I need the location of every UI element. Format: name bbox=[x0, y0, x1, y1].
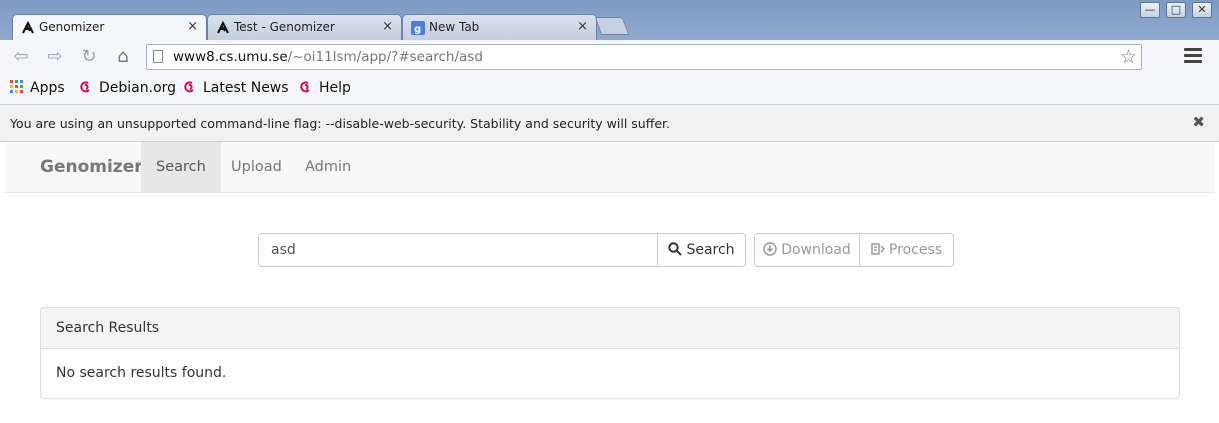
bookmark-apps[interactable]: Apps bbox=[10, 80, 65, 96]
tab-title: New Tab bbox=[429, 20, 480, 34]
close-tab-icon[interactable]: × bbox=[382, 19, 393, 34]
process-button[interactable]: Process bbox=[859, 233, 954, 267]
bookmark-label: Apps bbox=[30, 80, 65, 96]
warning-infobar: You are using an unsupported command-lin… bbox=[0, 105, 1219, 142]
bookmark-label: Latest News bbox=[203, 80, 289, 96]
url-path: /~oi11lsm/app/?#search/asd bbox=[287, 49, 483, 65]
process-icon bbox=[871, 243, 885, 255]
title-bar: Genomizer × Test - Genomizer × g New Tab… bbox=[0, 0, 1219, 41]
search-results-panel: Search Results No search results found. bbox=[40, 307, 1180, 399]
download-button[interactable]: Download bbox=[754, 233, 860, 267]
reload-icon[interactable]: ↻ bbox=[78, 46, 100, 68]
bookmark-latest-news[interactable]: Latest News bbox=[183, 80, 289, 96]
tab-genomizer[interactable]: Genomizer × bbox=[12, 14, 207, 41]
apps-grid-icon bbox=[10, 80, 23, 93]
bookmark-label: Debian.org bbox=[99, 80, 177, 96]
download-circle-icon bbox=[763, 242, 777, 256]
address-bar[interactable]: www8.cs.umu.se/~oi11lsm/app/?#search/asd… bbox=[146, 44, 1142, 70]
minimize-button[interactable]: — bbox=[1140, 2, 1160, 18]
close-tab-icon[interactable]: × bbox=[577, 19, 588, 34]
bookmarks-bar: Apps Debian.org Latest News Help bbox=[0, 74, 1219, 105]
maximize-button[interactable]: □ bbox=[1166, 2, 1186, 18]
browser-chrome: Genomizer × Test - Genomizer × g New Tab… bbox=[0, 0, 1219, 142]
forward-arrow-icon[interactable]: ⇨ bbox=[44, 46, 66, 68]
genomizer-favicon-icon bbox=[22, 21, 34, 34]
tab-new-tab[interactable]: g New Tab × bbox=[402, 14, 597, 40]
search-icon bbox=[668, 242, 683, 256]
search-input-value: asd bbox=[271, 242, 296, 258]
download-button-label: Download bbox=[781, 242, 851, 258]
svg-text:g: g bbox=[414, 24, 421, 35]
browser-menu-icon[interactable] bbox=[1184, 48, 1202, 64]
panel-title: Search Results bbox=[56, 320, 160, 336]
debian-swirl-icon bbox=[300, 81, 310, 93]
panel-heading: Search Results bbox=[41, 308, 1179, 349]
empty-results-message: No search results found. bbox=[56, 365, 227, 381]
close-window-button[interactable]: ✕ bbox=[1192, 2, 1212, 18]
bookmark-help[interactable]: Help bbox=[299, 80, 351, 96]
tab-title: Test - Genomizer bbox=[234, 20, 335, 34]
close-icon[interactable]: ✖ bbox=[1192, 113, 1205, 131]
close-tab-icon[interactable]: × bbox=[187, 19, 198, 34]
process-button-label: Process bbox=[888, 242, 943, 258]
nav-search[interactable]: Search bbox=[141, 142, 221, 192]
bookmark-label: Help bbox=[319, 80, 351, 96]
infobar-message: You are using an unsupported command-lin… bbox=[10, 116, 670, 131]
search-button[interactable]: Search bbox=[657, 233, 746, 267]
url-host: www8.cs.umu.se bbox=[173, 49, 288, 65]
new-tab-button[interactable] bbox=[594, 17, 630, 35]
page-icon bbox=[153, 50, 163, 63]
search-button-label: Search bbox=[686, 242, 735, 258]
app-navbar: Genomizer Search Upload Admin bbox=[5, 142, 1215, 193]
search-input[interactable]: asd bbox=[258, 233, 658, 267]
tab-title: Genomizer bbox=[39, 20, 105, 34]
debian-swirl-icon bbox=[80, 81, 90, 93]
bookmark-debian[interactable]: Debian.org bbox=[79, 80, 176, 96]
bookmark-star-icon[interactable]: ☆ bbox=[1120, 46, 1137, 68]
url-text: www8.cs.umu.se/~oi11lsm/app/?#search/asd bbox=[173, 49, 483, 65]
genomizer-favicon-icon bbox=[217, 21, 229, 34]
nav-admin[interactable]: Admin bbox=[290, 142, 366, 192]
tab-test-genomizer[interactable]: Test - Genomizer × bbox=[207, 14, 402, 40]
app-brand[interactable]: Genomizer bbox=[40, 157, 143, 177]
back-arrow-icon[interactable]: ⇦ bbox=[10, 46, 32, 68]
google-favicon-icon: g bbox=[411, 21, 425, 35]
home-icon[interactable]: ⌂ bbox=[112, 46, 134, 68]
debian-swirl-icon bbox=[184, 81, 194, 93]
nav-upload[interactable]: Upload bbox=[216, 142, 297, 192]
